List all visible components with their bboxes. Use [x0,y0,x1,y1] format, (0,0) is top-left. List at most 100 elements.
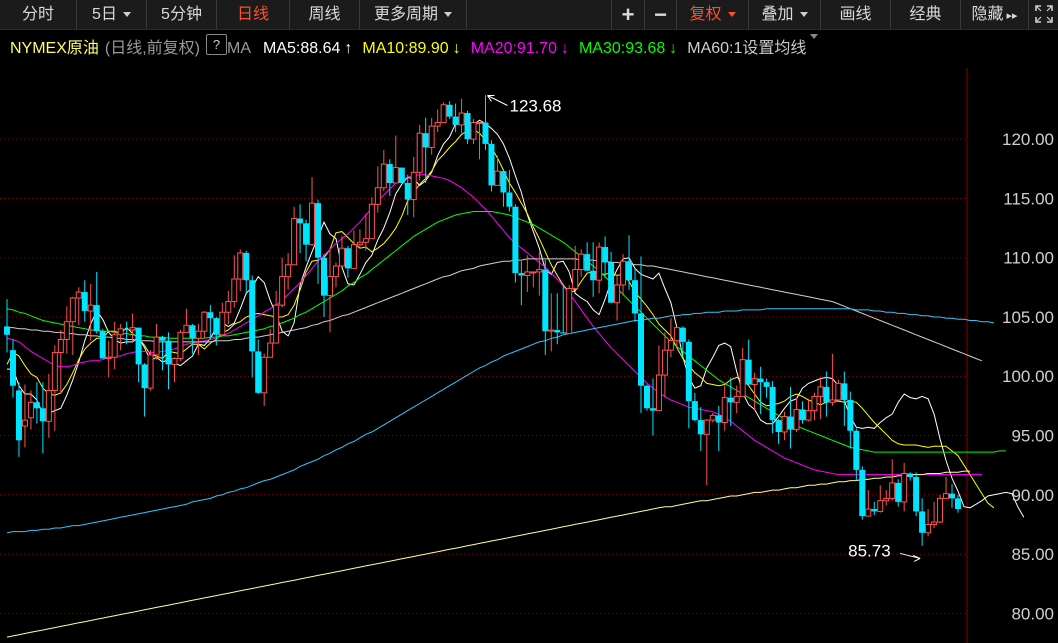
candle [219,302,226,336]
candle [321,254,327,317]
candle-body [99,331,106,359]
candle-body [859,469,866,517]
candle-body [440,104,447,124]
ma-legend: NYMEX原油 (日线,前复权) ? MA MA5:88.64 ↑ MA10:8… [0,34,965,64]
candle [781,411,788,441]
candle-body [4,326,10,335]
candle-body [955,498,961,510]
candle [273,290,280,344]
candle [548,293,555,352]
candle [626,235,633,290]
candle-body [15,390,22,441]
tab-intraday[interactable]: 分时 [0,0,77,29]
candle [709,413,716,423]
tab-5min[interactable]: 5分钟 [147,0,217,29]
candle-body [159,337,166,341]
candle-body [225,301,232,313]
y-tick-label: 115.00 [1003,189,1054,208]
tab-5day[interactable]: 5日 [77,0,147,29]
candle [829,353,836,406]
candle [841,371,848,427]
candle [602,236,609,278]
candle [853,428,860,481]
candle [518,261,525,306]
annotations: 123.68 85.73 [487,95,921,562]
candle-body [69,297,76,323]
hide-button[interactable]: 隐藏 ▸▸ [961,0,1029,29]
candle-body [512,206,519,274]
classic-button[interactable]: 经典 [891,0,961,29]
candle [871,501,878,515]
tab-weekly[interactable]: 周线 [290,0,360,29]
candle [189,324,196,354]
y-tick-label: 100.00 [1002,367,1054,386]
candle [889,459,896,501]
help-button[interactable]: ? [206,34,228,55]
candle [398,167,405,183]
candle [458,98,465,134]
candle [416,124,423,181]
candle [39,382,46,454]
candle [488,140,495,192]
candle-body [655,374,662,412]
candle-body [835,382,842,401]
candle [93,271,100,334]
ma-settings-link[interactable]: 设置均线 [742,34,806,64]
candle [566,284,573,335]
candle-body [45,389,52,422]
candle [380,149,387,192]
candle-body [590,270,597,281]
ma-line-ma5 [7,118,1025,518]
candle [410,156,417,218]
candle [560,283,567,334]
candle-body [321,257,327,296]
candle [691,392,698,422]
draw-line-button[interactable]: 画线 [821,0,891,29]
candle [655,345,662,412]
ma-line-ma60 [7,258,983,362]
candle [949,484,956,508]
candle-body [584,254,591,271]
candle-body [404,183,411,200]
tab-daily[interactable]: 日线 [217,0,290,29]
candle [285,252,292,290]
candle [859,466,866,520]
fullscreen-button[interactable] [1029,0,1058,29]
candle [440,102,447,124]
candle [87,283,94,341]
candlestick-chart[interactable]: 80.00 85.00 90.00 95.00 100.00 105.00 110.00 11… [0,68,1058,643]
candle [332,262,339,288]
candle-body [697,420,704,435]
candle [721,385,728,431]
candle-body [781,416,788,433]
candle-body [709,414,716,421]
candle-body [488,143,495,186]
zoom-out-button[interactable]: − [645,0,677,29]
candle-body [87,304,94,312]
ma30-value: MA30:93.68 [578,40,666,57]
candle [578,249,585,277]
candle-body [602,247,609,263]
y-tick-label: 120.00 [1002,130,1054,149]
candle [805,398,812,422]
chevron-down-icon [122,12,131,18]
zoom-in-button[interactable]: + [611,0,645,29]
adjust-price-button[interactable]: 复权 [677,0,749,29]
overlay-button[interactable]: 叠加 [749,0,821,29]
candle-body [33,402,40,409]
candle-body [566,288,573,335]
candle-body [542,269,549,332]
tab-more-periods[interactable]: 更多周期 [360,0,467,29]
candle [33,382,40,424]
candle [835,379,842,401]
candle [404,174,411,216]
candle-body [661,349,668,376]
candle [105,340,112,378]
candle-body [877,500,884,512]
instrument-name: NYMEX原油 [10,40,99,57]
candle-body [356,241,363,246]
candle [590,242,597,297]
candle [632,268,639,322]
ma60-value: MA60:1 [687,40,743,57]
candle [309,177,316,246]
